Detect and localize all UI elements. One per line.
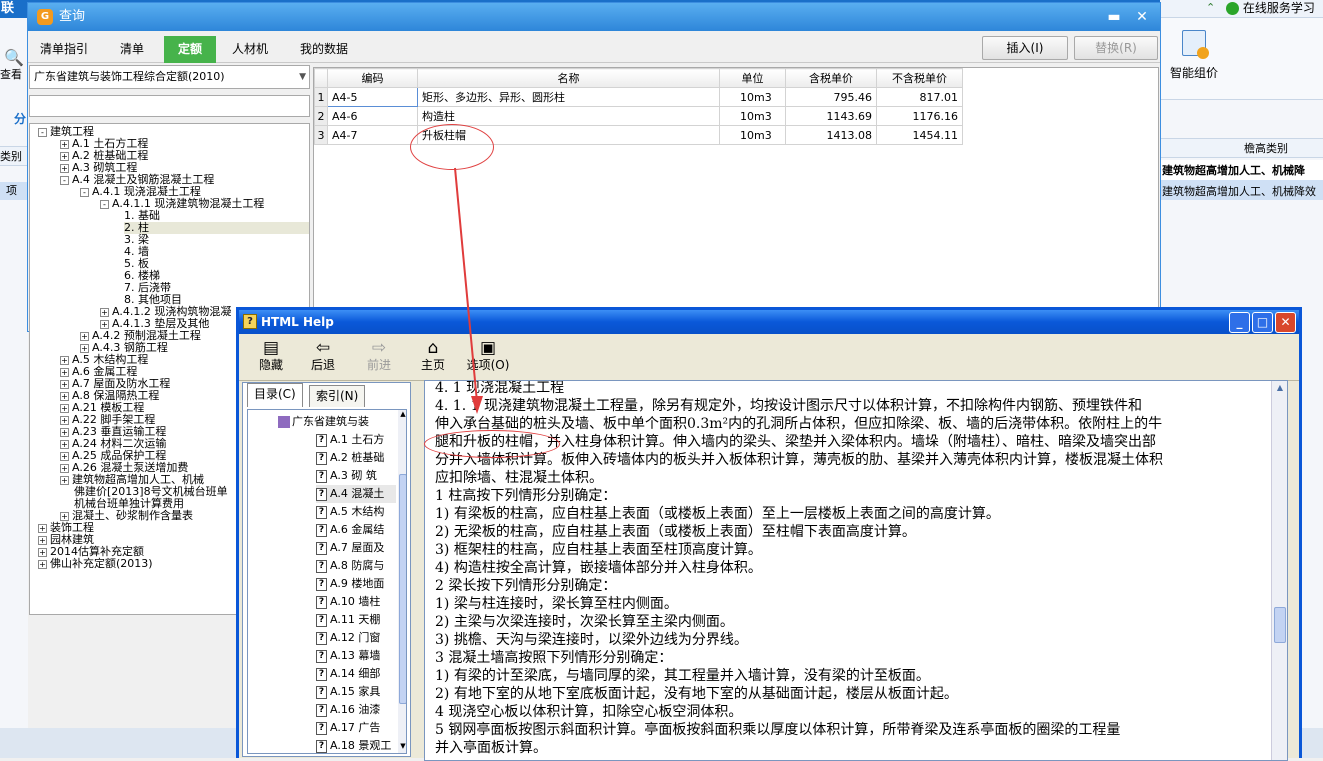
annotation-arrow (454, 167, 483, 414)
